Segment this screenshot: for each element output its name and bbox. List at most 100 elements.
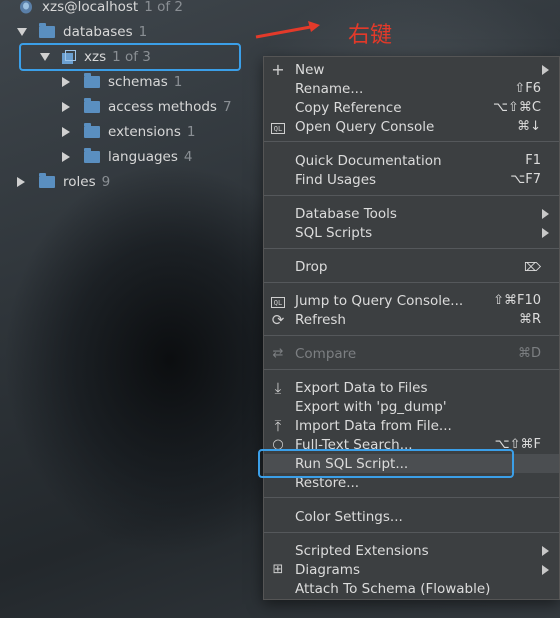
folder-icon xyxy=(84,98,100,113)
compare-icon: ⇄ xyxy=(272,346,284,361)
menu-item-find-usages[interactable]: Find Usages ⌥F7 xyxy=(264,170,559,189)
menu-separator xyxy=(264,335,559,336)
tree-node-databases[interactable]: databases 1 xyxy=(17,21,147,43)
menu-item-drop[interactable]: Drop ⌦ xyxy=(264,257,559,276)
menu-item-label: Database Tools xyxy=(295,205,397,222)
menu-item-diagrams[interactable]: ⊞ Diagrams xyxy=(264,560,559,579)
menu-item-label: Diagrams xyxy=(295,561,360,578)
tree-node-access-methods[interactable]: access methods 7 xyxy=(62,96,232,118)
folder-icon xyxy=(39,23,55,38)
menu-item-label: Attach To Schema (Flowable) xyxy=(295,580,491,597)
menu-item-label: Color Settings... xyxy=(295,508,403,525)
shortcut-label: ⇧F6 xyxy=(514,81,541,96)
annotation-right-click-text: 右键 xyxy=(348,23,393,48)
expand-arrow-icon[interactable] xyxy=(17,28,27,36)
languages-count: 4 xyxy=(183,149,193,165)
host-label: xzs@localhost xyxy=(42,0,139,15)
submenu-arrow-icon xyxy=(542,65,549,75)
languages-label: languages xyxy=(108,149,178,165)
menu-item-import-data[interactable]: ⤒ Import Data from File... xyxy=(264,416,559,435)
shortcut-label: ⇧⌘F10 xyxy=(493,293,541,308)
menu-item-new[interactable]: + New xyxy=(264,60,559,79)
shortcut-label: ⌘↓ xyxy=(517,119,541,134)
menu-item-open-query-console[interactable]: QL Open Query Console ⌘↓ xyxy=(264,117,559,136)
tree-node-languages[interactable]: languages 4 xyxy=(62,146,192,168)
databases-count: 1 xyxy=(138,24,148,40)
menu-item-sql-scripts[interactable]: SQL Scripts xyxy=(264,223,559,242)
folder-icon xyxy=(84,73,100,88)
menu-item-label: SQL Scripts xyxy=(295,224,373,241)
xzs-highlight-box xyxy=(19,43,241,71)
export-download-icon: ⤓ xyxy=(274,379,282,397)
menu-item-compare[interactable]: ⇄ Compare ⌘D xyxy=(264,344,559,363)
access-methods-label: access methods xyxy=(108,99,217,115)
menu-item-rename[interactable]: Rename... ⇧F6 xyxy=(264,79,559,98)
menu-item-copy-reference[interactable]: Copy Reference ⌥⇧⌘C xyxy=(264,98,559,117)
postgresql-icon xyxy=(18,0,34,15)
query-console-icon: QL xyxy=(270,119,286,135)
shortcut-label: ⌥F7 xyxy=(510,172,541,187)
schemas-count: 1 xyxy=(173,74,183,90)
menu-item-label: Refresh xyxy=(295,311,346,328)
shortcut-label: ⌥⇧⌘C xyxy=(493,100,541,115)
folder-icon xyxy=(84,123,100,138)
menu-item-label: Export Data to Files xyxy=(295,379,428,396)
menu-separator xyxy=(264,369,559,370)
extensions-label: extensions xyxy=(108,124,181,140)
menu-item-label: New xyxy=(295,61,325,78)
submenu-arrow-icon xyxy=(542,228,549,238)
tree-node-schemas[interactable]: schemas 1 xyxy=(62,71,182,93)
menu-item-label: Scripted Extensions xyxy=(295,542,429,559)
tree-node-roles[interactable]: roles 9 xyxy=(17,171,110,193)
annotation-arrow-icon xyxy=(255,21,320,39)
delete-key-icon: ⌦ xyxy=(524,259,541,274)
run-sql-script-highlight-box xyxy=(258,449,514,478)
menu-separator xyxy=(264,282,559,283)
expand-arrow-icon[interactable] xyxy=(62,77,70,87)
submenu-arrow-icon xyxy=(542,209,549,219)
plus-icon: + xyxy=(271,60,285,79)
menu-item-label: Drop xyxy=(295,258,328,275)
tree-node-extensions[interactable]: extensions 1 xyxy=(62,121,195,143)
shortcut-label: ⌘D xyxy=(517,346,541,361)
refresh-icon: ⟳ xyxy=(271,311,285,329)
access-methods-count: 7 xyxy=(222,99,232,115)
database-tree: xzs@localhost 1 of 2 databases 1 xzs 1 o… xyxy=(0,0,260,200)
expand-arrow-icon[interactable] xyxy=(17,177,25,187)
menu-separator xyxy=(264,532,559,533)
menu-item-label: Import Data from File... xyxy=(295,417,452,434)
menu-item-attach-to-schema[interactable]: Attach To Schema (Flowable) xyxy=(264,579,559,598)
menu-item-export-pg-dump[interactable]: Export with 'pg_dump' xyxy=(264,397,559,416)
menu-separator xyxy=(264,497,559,498)
diagram-icon: ⊞ xyxy=(272,562,284,577)
menu-item-label: Copy Reference xyxy=(295,99,402,116)
menu-item-label: Jump to Query Console... xyxy=(295,292,464,309)
shortcut-label: ⌘R xyxy=(518,312,541,327)
expand-arrow-icon[interactable] xyxy=(62,152,70,162)
folder-icon xyxy=(39,173,55,188)
menu-item-label: Export with 'pg_dump' xyxy=(295,398,447,415)
menu-separator xyxy=(264,141,559,142)
menu-item-database-tools[interactable]: Database Tools xyxy=(264,204,559,223)
menu-item-color-settings[interactable]: Color Settings... xyxy=(264,507,559,526)
roles-label: roles xyxy=(63,174,96,190)
menu-item-label: Find Usages xyxy=(295,171,377,188)
expand-arrow-icon[interactable] xyxy=(62,127,70,137)
tree-node-host[interactable]: xzs@localhost 1 of 2 xyxy=(18,0,183,18)
submenu-arrow-icon xyxy=(542,565,549,575)
menu-item-label: Rename... xyxy=(295,80,364,97)
expand-arrow-icon[interactable] xyxy=(62,102,70,112)
query-console-icon: QL xyxy=(270,293,286,309)
menu-item-jump-to-query-console[interactable]: QL Jump to Query Console... ⇧⌘F10 xyxy=(264,291,559,310)
import-upload-icon: ⤒ xyxy=(274,417,282,435)
schemas-label: schemas xyxy=(108,74,168,90)
menu-separator xyxy=(264,248,559,249)
menu-item-quick-documentation[interactable]: Quick Documentation F1 xyxy=(264,151,559,170)
menu-item-export-data[interactable]: ⤓ Export Data to Files xyxy=(264,378,559,397)
host-count: 1 of 2 xyxy=(144,0,183,15)
shortcut-label: F1 xyxy=(525,153,541,168)
menu-item-scripted-extensions[interactable]: Scripted Extensions xyxy=(264,541,559,560)
menu-separator xyxy=(264,195,559,196)
databases-label: databases xyxy=(63,24,133,40)
menu-item-refresh[interactable]: ⟳ Refresh ⌘R xyxy=(264,310,559,329)
